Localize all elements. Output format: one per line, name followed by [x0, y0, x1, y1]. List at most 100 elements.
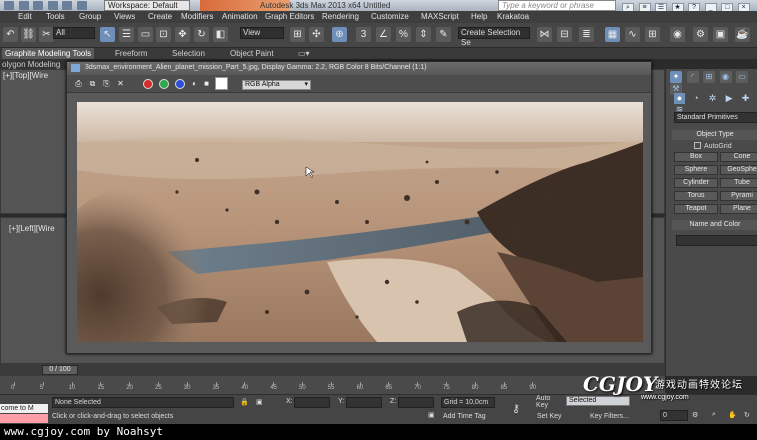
auto-key-button[interactable]: Auto Key [536, 395, 562, 409]
render-production-button[interactable]: ☕ [735, 27, 750, 42]
display-tab-icon[interactable]: ▭ [736, 71, 749, 83]
rotate-button[interactable]: ↻ [194, 27, 209, 42]
menu-graph-editors[interactable]: Graph Editors [265, 11, 314, 23]
schematic-view-button[interactable]: ⊞ [645, 27, 660, 42]
green-channel-toggle[interactable] [159, 79, 169, 89]
key-filters-button[interactable]: Key Filters... [590, 413, 629, 420]
reference-coord-dropdown[interactable]: View [240, 27, 284, 39]
menu-views[interactable]: Views [114, 11, 135, 23]
menu-customize[interactable]: Customize [371, 11, 409, 23]
spinner-snap-button[interactable]: ⇕ [416, 27, 431, 42]
undo-icon[interactable] [62, 1, 73, 10]
mirror-button[interactable]: ⋈ [537, 27, 552, 42]
sphere-button[interactable]: Sphere [674, 165, 718, 175]
helpers-icon[interactable]: ✚ [740, 93, 751, 104]
set-key-button[interactable]: Set Key [537, 413, 562, 420]
manipulate-button[interactable]: ✣ [309, 27, 324, 42]
keyboard-shortcut-button[interactable]: ⊕ [332, 27, 347, 42]
viewport-top-label[interactable]: [+][Top][Wire [3, 71, 48, 80]
box-button[interactable]: Box [674, 152, 718, 162]
open-file-icon[interactable] [33, 1, 44, 10]
channel-display-dropdown[interactable]: RGB Alpha ▾ [242, 80, 311, 90]
named-selection-dropdown[interactable]: Create Selection Se [458, 27, 530, 47]
object-type-rollout[interactable]: Object Type [672, 130, 757, 140]
tube-button[interactable]: Tube [720, 178, 757, 188]
move-button[interactable]: ✥ [175, 27, 190, 42]
align-button[interactable]: ⊟ [557, 27, 572, 42]
menu-rendering[interactable]: Rendering [322, 11, 359, 23]
geometry-icon[interactable]: ● [674, 93, 685, 104]
cylinder-button[interactable]: Cylinder [674, 178, 718, 188]
isolate-icon[interactable]: ▣ [256, 398, 263, 406]
zoom-icon[interactable]: ⌕ [712, 411, 716, 419]
checkbox-icon[interactable] [694, 142, 701, 149]
time-slider[interactable]: 0 / 100 [0, 364, 665, 376]
lock-selection-icon[interactable]: 🔒 [240, 398, 249, 406]
create-tab-icon[interactable]: ✦ [670, 71, 682, 83]
save-icon[interactable] [47, 1, 58, 10]
pan-icon[interactable]: ✋ [728, 411, 737, 419]
primitive-type-dropdown[interactable]: Standard Primitives [674, 112, 757, 123]
orbit-icon[interactable]: ↻ [744, 411, 750, 419]
color-swatch[interactable] [215, 77, 228, 90]
curve-editor-button[interactable]: ∿ [625, 27, 640, 42]
select-by-name-button[interactable]: ☰ [119, 27, 134, 42]
render-setup-button[interactable]: ⚙ [693, 27, 708, 42]
save-image-icon[interactable]: ⎙ [73, 78, 84, 89]
cameras-icon[interactable]: ▶ [724, 93, 735, 104]
maxscript-output[interactable] [0, 414, 48, 423]
region-select-button[interactable]: ▭ [138, 27, 153, 42]
red-channel-toggle[interactable] [143, 79, 153, 89]
redo-icon[interactable] [76, 1, 87, 10]
modify-tab-icon[interactable]: ◜ [686, 71, 699, 83]
torus-button[interactable]: Torus [674, 191, 718, 201]
mono-icon[interactable]: ■ [201, 78, 212, 89]
motion-tab-icon[interactable]: ◉ [719, 71, 732, 83]
tab-selection[interactable]: Selection [172, 48, 205, 59]
time-config-icon[interactable]: ⚙ [692, 411, 698, 419]
lights-icon[interactable]: ✲ [707, 93, 718, 104]
window-crossing-button[interactable]: ⊡ [156, 27, 171, 42]
undo-button[interactable]: ↶ [3, 27, 18, 42]
ribbon-options-icon[interactable]: ▭▾ [298, 48, 310, 59]
teapot-button[interactable]: Teapot [674, 204, 718, 214]
key-icon[interactable]: ⚷ [512, 402, 520, 415]
material-editor-button[interactable]: ◉ [670, 27, 685, 42]
x-coord-field[interactable] [294, 397, 330, 408]
search-input[interactable]: Type a keyword or phrase [498, 0, 616, 11]
object-name-field[interactable] [676, 235, 757, 246]
scale-button[interactable]: ◧ [213, 27, 228, 42]
viewport-left-label[interactable]: [+][Left][Wire [9, 224, 55, 233]
pivot-center-button[interactable]: ⊞ [290, 27, 305, 42]
graphite-toggle-button[interactable]: ▦ [605, 27, 620, 42]
select-object-button[interactable]: ↖ [100, 27, 115, 42]
name-and-color-rollout[interactable]: Name and Color [672, 220, 757, 230]
edit-named-selection-button[interactable]: ✎ [436, 27, 451, 42]
app-menu-icon[interactable] [4, 1, 14, 10]
geosphere-button[interactable]: GeoSphe [720, 165, 757, 175]
menu-tools[interactable]: Tools [46, 11, 65, 23]
clear-icon[interactable]: ✕ [115, 78, 126, 89]
new-file-icon[interactable] [18, 1, 29, 10]
select-link-button[interactable]: ⛓ [21, 27, 36, 42]
unlink-button[interactable]: ✂ [39, 27, 54, 42]
tab-graphite-modeling-tools[interactable]: Graphite Modeling Tools [2, 48, 95, 59]
tab-freeform[interactable]: Freeform [115, 48, 147, 59]
cone-button[interactable]: Cone [720, 152, 757, 162]
angle-snap-button[interactable]: ∠ [376, 27, 391, 42]
y-coord-field[interactable] [346, 397, 382, 408]
snaps-toggle-button[interactable]: 3 [356, 27, 371, 42]
time-tag-icon[interactable]: ▣ [428, 411, 435, 419]
copy-image-icon[interactable]: ⧉ [87, 78, 98, 89]
time-slider-thumb[interactable]: 0 / 100 [42, 365, 78, 375]
menu-modifiers[interactable]: Modifiers [181, 11, 213, 23]
menu-help[interactable]: Help [471, 11, 487, 23]
menu-group[interactable]: Group [79, 11, 101, 23]
add-time-tag-button[interactable]: Add Time Tag [443, 413, 486, 420]
track-bar[interactable]: 0 5 10 15 20 25 30 35 40 45 50 55 60 65 70 75 80 85 90 [0, 376, 665, 394]
tab-object-paint[interactable]: Object Paint [230, 48, 274, 59]
z-coord-field[interactable] [398, 397, 434, 408]
hierarchy-tab-icon[interactable]: ⊞ [703, 71, 716, 83]
menu-krakatoa[interactable]: Krakatoa [497, 11, 529, 23]
menu-create[interactable]: Create [148, 11, 172, 23]
